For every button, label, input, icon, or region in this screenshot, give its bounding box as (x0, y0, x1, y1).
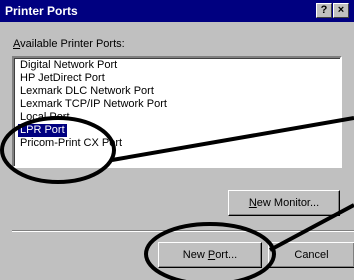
list-item-selected[interactable]: LPR Port (18, 124, 67, 137)
new-monitor-button[interactable]: New Monitor... (228, 190, 340, 216)
list-item[interactable]: Lexmark DLC Network Port (18, 85, 156, 98)
help-icon: ? (320, 4, 328, 16)
cancel-button[interactable]: Cancel (268, 242, 354, 268)
list-item[interactable]: Digital Network Port (18, 59, 119, 72)
new-port-button[interactable]: New Port... (158, 242, 262, 268)
separator (12, 230, 354, 232)
available-ports-label: Available Printer Ports: (13, 38, 125, 50)
ports-listbox[interactable]: Digital Network Port HP JetDirect Port L… (12, 56, 342, 168)
list-item[interactable]: Local Port (18, 111, 72, 124)
close-button[interactable]: × (333, 3, 349, 18)
close-icon: × (337, 4, 345, 16)
list-item[interactable]: Lexmark TCP/IP Network Port (18, 98, 169, 111)
printer-ports-dialog: Printer Ports ? × Available Printer Port… (0, 0, 354, 280)
dialog-title: Printer Ports (5, 4, 78, 18)
list-item[interactable]: Pricom-Print CX Port (18, 137, 124, 150)
list-item[interactable]: HP JetDirect Port (18, 72, 107, 85)
help-button[interactable]: ? (316, 3, 332, 18)
title-bar[interactable]: Printer Ports ? × (0, 0, 354, 22)
